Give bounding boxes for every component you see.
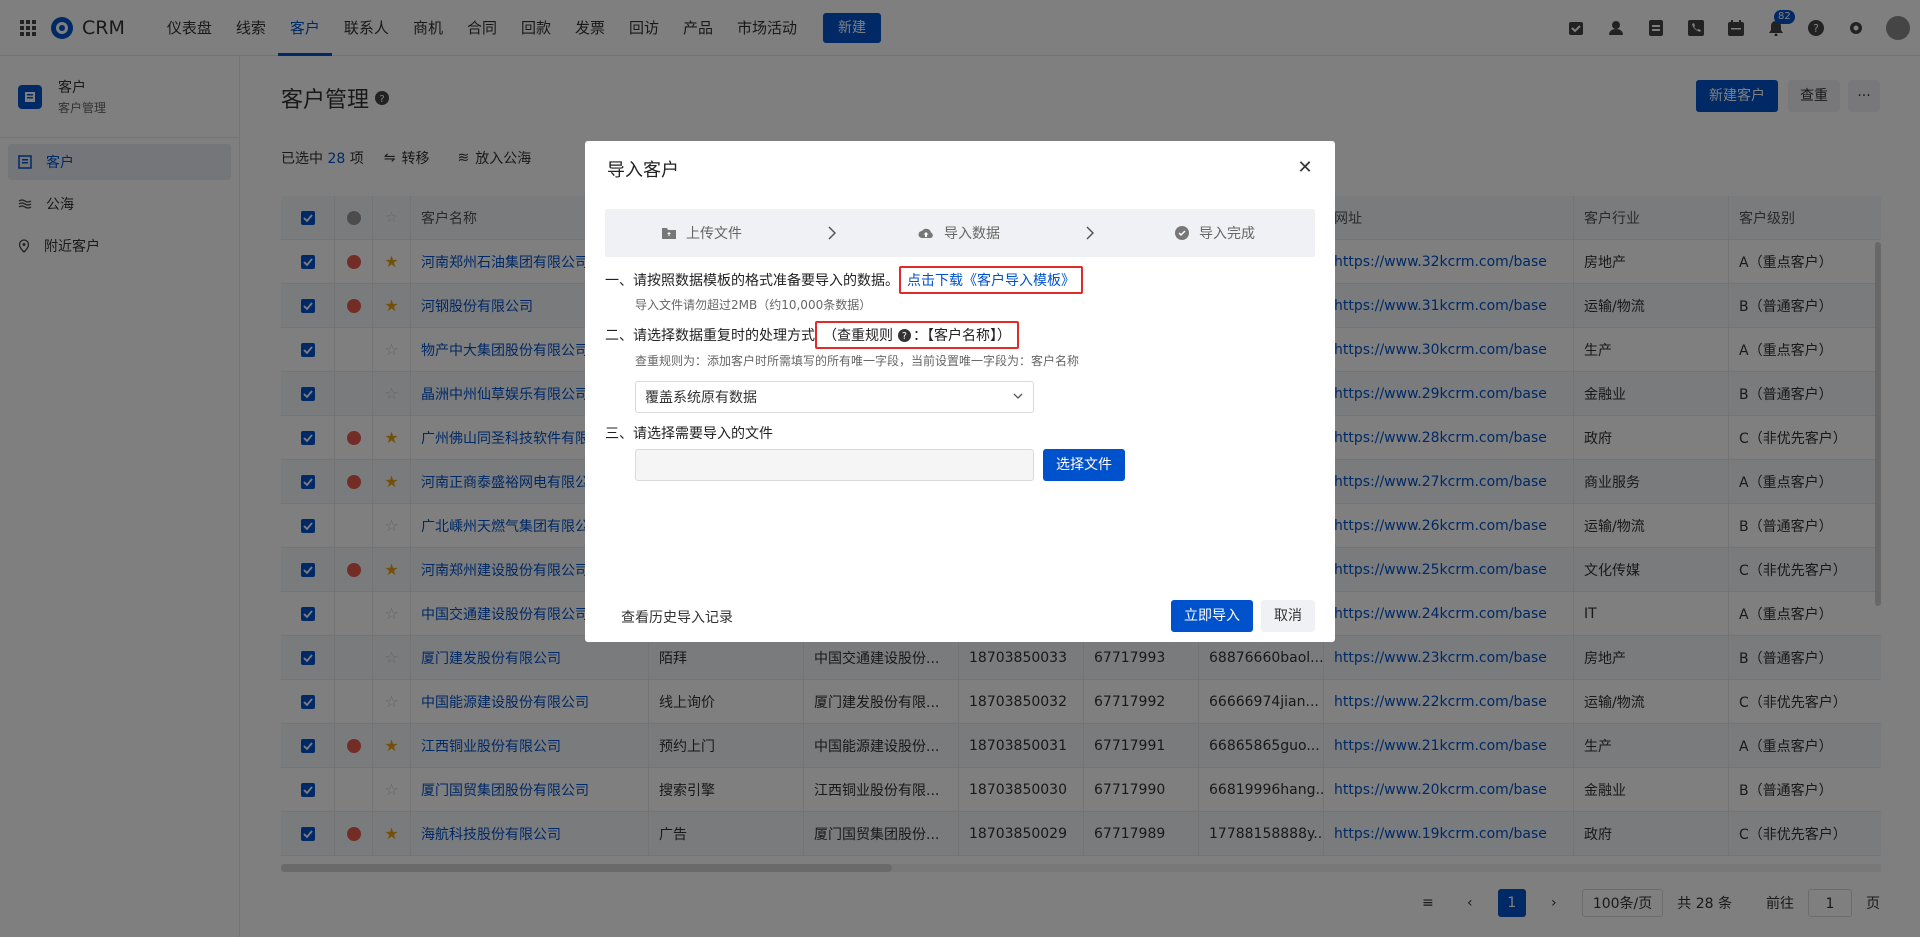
choose-file-button[interactable]: 选择文件 xyxy=(1043,449,1125,481)
import-steps: 上传文件 导入数据 导入完成 xyxy=(605,209,1315,257)
step-complete: 导入完成 xyxy=(1175,223,1255,243)
svg-text:?: ? xyxy=(902,331,907,342)
import-now-button[interactable]: 立即导入 xyxy=(1171,600,1253,632)
duplicate-handling-select[interactable]: 覆盖系统原有数据 xyxy=(635,381,1034,413)
import-history-link[interactable]: 查看历史导入记录 xyxy=(621,607,733,627)
download-template-link[interactable]: 点击下载《客户导入模板》 xyxy=(899,266,1083,294)
step-import: 导入数据 xyxy=(918,223,1000,243)
section-3: 三、请选择需要导入的文件 xyxy=(605,426,773,442)
section-2-note: 查重规则为：添加客户时所需填写的所有唯一字段，当前设置唯一字段为：客户名称 xyxy=(635,354,1080,368)
help-icon[interactable]: ? xyxy=(898,328,911,342)
import-customer-dialog: 导入客户 ✕ 上传文件 导入数据 导入完成 一、请按照数据模板的格式准备要导入的… xyxy=(585,141,1335,642)
file-path-input[interactable] xyxy=(635,449,1034,481)
check-circle-icon xyxy=(1175,226,1189,240)
cancel-button[interactable]: 取消 xyxy=(1261,600,1315,632)
step-upload: 上传文件 xyxy=(662,223,742,243)
folder-upload-icon xyxy=(662,228,676,239)
section-1: 一、请按照数据模板的格式准备要导入的数据。 点击下载《客户导入模板》 xyxy=(605,266,1083,294)
section-2: 二、请选择数据重复时的处理方式 （查重规则 ? ：【客户名称】） xyxy=(605,321,1019,349)
chevron-right-icon xyxy=(1086,226,1094,240)
cloud-upload-icon xyxy=(918,228,933,238)
dialog-title: 导入客户 xyxy=(607,160,679,181)
chevron-right-icon xyxy=(828,226,836,240)
dedup-rule: （查重规则 ? ：【客户名称】） xyxy=(815,321,1019,349)
close-icon[interactable]: ✕ xyxy=(1295,157,1315,178)
section-1-note: 导入文件请勿超过2MB（约10,000条数据） xyxy=(635,298,872,312)
chevron-down-icon xyxy=(1013,393,1023,399)
